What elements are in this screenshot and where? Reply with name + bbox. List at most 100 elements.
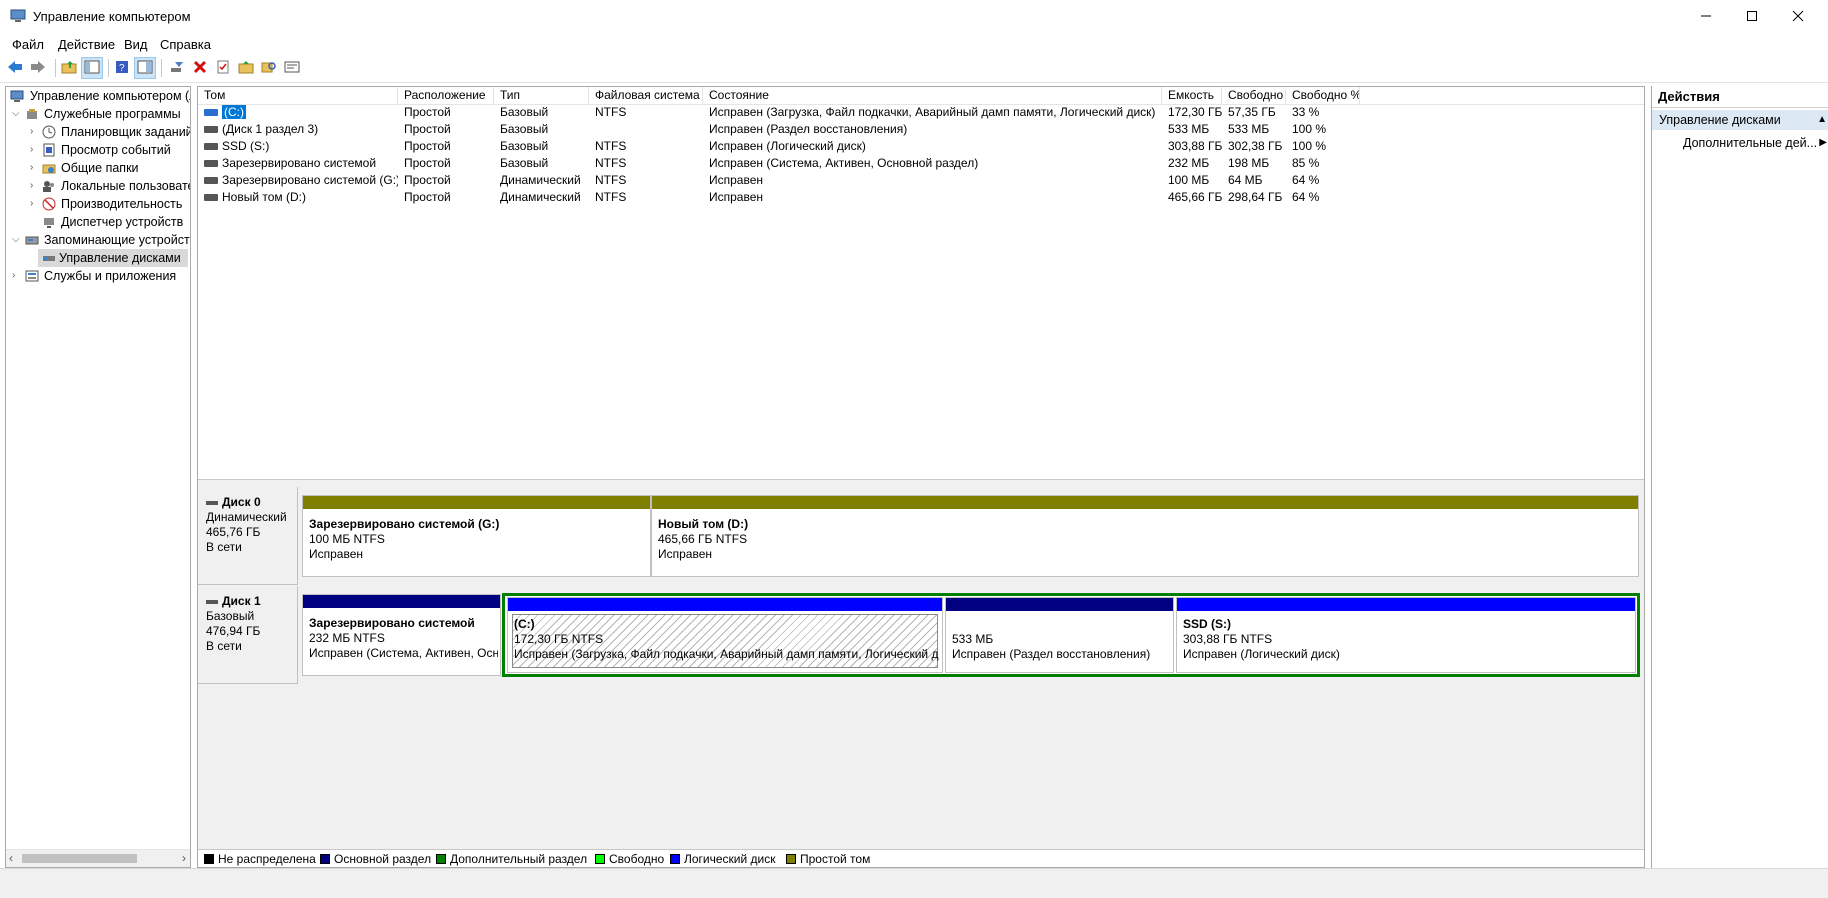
volume-row[interactable]: Зарезервировано системой Простой Базовый…: [198, 155, 1644, 172]
menu-help[interactable]: Справка: [160, 37, 211, 52]
volume-free-percent: 100 %: [1292, 122, 1327, 136]
partition-disk1-recovery[interactable]: 533 МБ Исправен (Раздел восстановления): [945, 597, 1174, 673]
volume-free: 64 МБ: [1228, 173, 1263, 187]
legend-swatch: [436, 854, 446, 864]
open-folder-button[interactable]: [235, 57, 257, 79]
column-header-status[interactable]: Состояние: [703, 87, 1162, 104]
chevron-right-icon[interactable]: ›: [30, 177, 40, 195]
partition-disk1-c[interactable]: (C:) 172,30 ГБ NTFS Исправен (Загрузка, …: [507, 597, 943, 673]
column-header-free-percent[interactable]: Свободно %: [1286, 87, 1360, 104]
volume-status: Исправен: [709, 190, 764, 204]
navigation-tree: Управление компьютером (л ⌵ Служебные пр…: [5, 86, 191, 868]
volume-layout: Простой: [404, 173, 451, 187]
disk-name: Диск 1: [222, 594, 261, 608]
volume-row[interactable]: Новый том (D:) Простой Динамический NTFS…: [198, 189, 1644, 206]
partition-size: 232 МБ NTFS: [309, 631, 385, 645]
volume-free-percent: 85 %: [1292, 156, 1320, 170]
volume-name: (C:): [222, 105, 246, 119]
menu-bar: Файл Действие Вид Справка: [0, 34, 1828, 54]
volume-icon: [204, 143, 218, 151]
search-button[interactable]: [258, 57, 280, 79]
computer-management-icon: [10, 9, 26, 23]
tree-horizontal-scrollbar[interactable]: ‹ ›: [6, 849, 190, 867]
column-header-capacity[interactable]: Емкость: [1162, 87, 1222, 104]
connect-drive-button[interactable]: [166, 57, 188, 79]
toolbar-separator: [108, 59, 109, 77]
partition-disk1-ssd-s[interactable]: SSD (S:) 303,88 ГБ NTFS Исправен (Логиче…: [1176, 597, 1636, 673]
volume-free-percent: 64 %: [1292, 190, 1320, 204]
partition-disk1-reserved[interactable]: Зарезервировано системой 232 МБ NTFS Исп…: [302, 594, 501, 676]
menu-view[interactable]: Вид: [124, 37, 148, 52]
minimize-icon: [1700, 10, 1712, 25]
menu-action[interactable]: Действие: [58, 37, 115, 52]
delete-button[interactable]: [189, 57, 211, 79]
tree-item-label: Производительность: [61, 197, 183, 211]
disk-0-label[interactable]: Диск 0 Динамический 465,76 ГБ В сети: [198, 487, 298, 585]
legend-swatch: [670, 854, 680, 864]
window-title: Управление компьютером: [33, 9, 191, 24]
column-header-layout[interactable]: Расположение: [398, 87, 494, 104]
volume-capacity: 465,66 ГБ: [1168, 190, 1222, 204]
chevron-down-icon[interactable]: ⌵: [12, 105, 22, 123]
volume-row[interactable]: (C:) Простой Базовый NTFS Исправен (Загр…: [198, 104, 1644, 121]
partition-disk0-reserved-g[interactable]: Зарезервировано системой (G:) 100 МБ NTF…: [302, 495, 651, 577]
actions-section-disk-management[interactable]: Управление дисками ▲: [1652, 110, 1828, 130]
volume-capacity: 172,30 ГБ: [1168, 105, 1222, 119]
chevron-right-icon[interactable]: ›: [30, 195, 40, 213]
volume-type: Базовый: [500, 139, 549, 153]
scroll-right-icon[interactable]: ›: [182, 850, 186, 866]
collapse-icon[interactable]: ▲: [1817, 110, 1827, 130]
volume-layout: Простой: [404, 190, 451, 204]
partition-title: Новый том (D:): [658, 517, 749, 531]
chevron-right-icon[interactable]: ›: [12, 267, 22, 285]
maximize-button[interactable]: [1729, 0, 1775, 34]
properties-button[interactable]: [212, 57, 234, 79]
storage-icon: [25, 233, 39, 247]
scrollbar-thumb[interactable]: [22, 854, 137, 863]
back-button[interactable]: [4, 57, 26, 79]
performance-icon: [42, 197, 56, 211]
column-header-free[interactable]: Свободно: [1222, 87, 1286, 104]
chevron-right-icon[interactable]: ›: [30, 141, 40, 159]
column-header-filesystem[interactable]: Файловая система: [589, 87, 703, 104]
volume-filesystem: NTFS: [595, 105, 627, 119]
help-button[interactable]: ?: [111, 57, 133, 79]
close-icon: [1792, 10, 1804, 25]
show-hide-tree-button[interactable]: [81, 57, 103, 79]
menu-file[interactable]: Файл: [12, 37, 44, 52]
partition-bar: [303, 496, 650, 509]
forward-button[interactable]: [27, 57, 49, 79]
column-header-type[interactable]: Тип: [494, 87, 589, 104]
more-actions-label: Дополнительные дей...: [1683, 136, 1818, 150]
chevron-right-icon[interactable]: ›: [30, 123, 40, 141]
volume-capacity: 533 МБ: [1168, 122, 1210, 136]
disk-icon: [206, 599, 218, 604]
disk-management-pane: Том Расположение Тип Файловая система Со…: [197, 86, 1645, 868]
up-button[interactable]: [58, 57, 80, 79]
volume-free: 302,38 ГБ: [1228, 139, 1283, 153]
partition-disk0-new-volume-d[interactable]: Новый том (D:) 465,66 ГБ NTFS Исправен: [651, 495, 1639, 577]
settings-icon: [284, 60, 300, 77]
volume-status: Исправен: [709, 173, 764, 187]
chevron-right-icon[interactable]: ›: [30, 159, 40, 177]
volume-status: Исправен (Логический диск): [709, 139, 866, 153]
tree-item-disk-management[interactable]: Управление дисками: [38, 249, 188, 267]
delete-icon: [193, 60, 207, 77]
minimize-button[interactable]: [1683, 0, 1729, 34]
column-header-volume[interactable]: Том: [198, 87, 398, 104]
more-actions-item[interactable]: Дополнительные дей... ▶: [1652, 133, 1828, 153]
scroll-left-icon[interactable]: ‹: [9, 850, 13, 866]
chevron-down-icon[interactable]: ⌵: [12, 231, 22, 249]
volume-status: Исправен (Загрузка, Файл подкачки, Авари…: [709, 105, 1156, 119]
volume-row[interactable]: SSD (S:) Простой Базовый NTFS Исправен (…: [198, 138, 1644, 155]
volume-row[interactable]: Зарезервировано системой (G:) Простой Ди…: [198, 172, 1644, 189]
settings-button[interactable]: [281, 57, 303, 79]
disk-1-label[interactable]: Диск 1 Базовый 476,94 ГБ В сети: [198, 586, 298, 684]
tree-item-label: Запоминающие устройст: [44, 233, 190, 247]
volume-icon: [204, 109, 218, 117]
volume-filesystem: NTFS: [595, 190, 627, 204]
close-button[interactable]: [1775, 0, 1821, 34]
properties-panel-button[interactable]: [134, 57, 156, 79]
volume-layout: Простой: [404, 139, 451, 153]
volume-row[interactable]: (Диск 1 раздел 3) Простой Базовый Исправ…: [198, 121, 1644, 138]
